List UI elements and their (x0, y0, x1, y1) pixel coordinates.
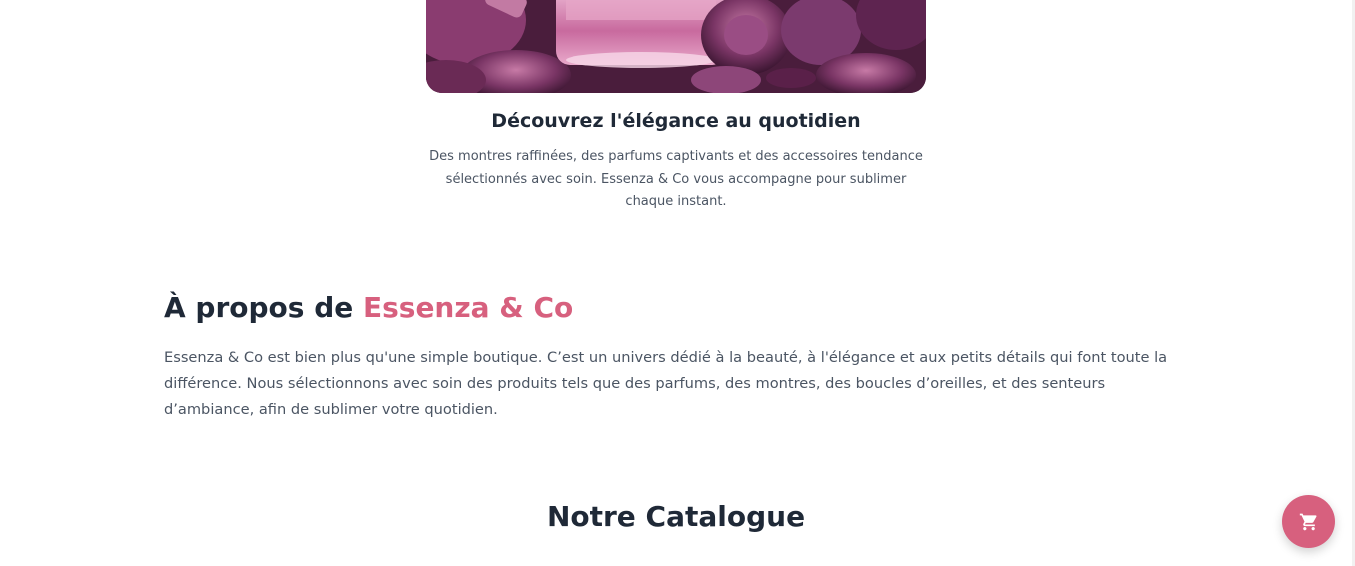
about-heading-brand: Essenza & Co (362, 291, 574, 324)
cart-button[interactable] (1282, 495, 1335, 548)
catalog-heading: Notre Catalogue (546, 500, 806, 533)
about-heading: À propos de Essenza & Co (164, 291, 573, 324)
hero-title: Découvrez l'élégance au quotidien (491, 110, 861, 132)
cart-icon (1299, 513, 1317, 530)
about-text: Essenza & Co est bien plus qu'une simple… (164, 349, 1168, 418)
hero-image (426, 0, 926, 93)
hero-description: Des montres raffinées, des parfums capti… (429, 149, 923, 209)
page: Découvrez l'élégance au quotidien Des mo… (0, 0, 1355, 566)
about-heading-prefix: À propos de (164, 291, 363, 324)
perfume-roses-image (426, 0, 926, 93)
